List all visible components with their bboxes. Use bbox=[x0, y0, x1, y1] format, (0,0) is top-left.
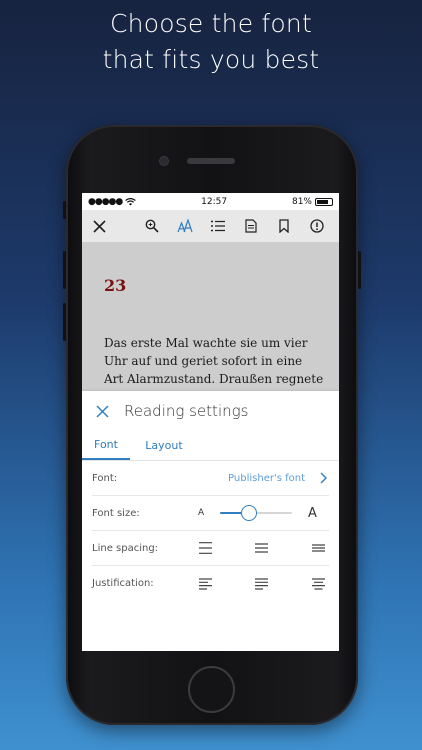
status-time: 12:57 bbox=[201, 196, 228, 207]
earpiece-speaker bbox=[187, 158, 235, 164]
signal-icon: ●●●●● bbox=[88, 196, 123, 207]
slider-knob[interactable] bbox=[240, 505, 257, 521]
search-button[interactable] bbox=[135, 214, 168, 238]
line-spacing-medium-icon bbox=[255, 543, 268, 553]
align-justify-icon bbox=[255, 577, 268, 590]
reader-toolbar bbox=[82, 210, 339, 243]
document-icon bbox=[244, 219, 257, 233]
font-size-large-icon[interactable]: A bbox=[308, 506, 317, 521]
headline-line-2: that fits you best bbox=[102, 45, 320, 74]
chapter-number: 23 bbox=[104, 276, 127, 295]
reader-page: 23 Das erste Mal wachte sie um vier Uhr … bbox=[82, 243, 339, 391]
close-button[interactable] bbox=[88, 215, 110, 237]
settings-title: Reading settings bbox=[124, 402, 249, 420]
reading-settings-panel: Reading settings Font Layout Font: Publi… bbox=[82, 391, 339, 651]
align-left-icon bbox=[198, 577, 212, 590]
phone-screen: ●●●●● 12:57 81% 23 Das erste Mal wachte … bbox=[82, 193, 339, 651]
volume-down-button bbox=[63, 303, 66, 341]
reader-text: Das erste Mal wachte sie um vier Uhr auf… bbox=[104, 334, 324, 388]
tab-layout[interactable]: Layout bbox=[134, 431, 194, 460]
line-spacing-row: Line spacing: bbox=[92, 531, 329, 566]
align-center-icon bbox=[311, 577, 325, 590]
line-spacing-label: Line spacing: bbox=[92, 542, 159, 554]
headline-line-1: Choose the font bbox=[110, 9, 312, 38]
list-icon bbox=[210, 220, 225, 232]
line-spacing-wide-icon bbox=[198, 542, 212, 554]
notes-button[interactable] bbox=[234, 214, 267, 238]
volume-up-button bbox=[63, 251, 66, 289]
settings-rows: Font: Publisher's font Font size: A A Li… bbox=[82, 461, 339, 601]
table-of-contents-button[interactable] bbox=[201, 214, 234, 238]
font-icon bbox=[176, 219, 193, 233]
wifi-icon bbox=[125, 197, 137, 205]
phone-frame: ●●●●● 12:57 81% 23 Das erste Mal wachte … bbox=[63, 125, 361, 725]
bookmark-button[interactable] bbox=[267, 214, 300, 238]
chevron-right-icon bbox=[317, 472, 329, 484]
close-icon bbox=[92, 219, 106, 233]
front-camera bbox=[160, 157, 168, 165]
headline: Choose the font that fits you best bbox=[0, 6, 422, 78]
silent-switch bbox=[63, 201, 66, 219]
font-settings-button[interactable] bbox=[168, 214, 201, 238]
font-size-small-icon[interactable]: A bbox=[198, 508, 220, 518]
line-spacing-narrow-icon bbox=[311, 544, 325, 552]
settings-tabs: Font Layout bbox=[82, 431, 339, 461]
text-line: Art Alarmzustand. Draußen regnete bbox=[104, 372, 324, 386]
justification-row: Justification: bbox=[92, 566, 329, 601]
battery-percent: 81% bbox=[291, 196, 312, 207]
status-bar: ●●●●● 12:57 81% bbox=[82, 193, 339, 210]
font-row[interactable]: Font: Publisher's font bbox=[92, 461, 329, 496]
battery-icon bbox=[315, 197, 333, 206]
text-line: Das erste Mal wachte sie um vier bbox=[104, 336, 308, 350]
align-left-button[interactable] bbox=[198, 577, 212, 591]
font-size-row: Font size: A A bbox=[92, 496, 329, 531]
line-spacing-narrow-button[interactable] bbox=[311, 541, 325, 555]
font-label: Font: bbox=[92, 472, 118, 484]
font-value[interactable]: Publisher's font bbox=[198, 473, 317, 484]
justification-label: Justification: bbox=[92, 578, 154, 589]
bookmark-icon bbox=[278, 219, 289, 233]
align-justify-button[interactable] bbox=[255, 577, 269, 591]
settings-close-button[interactable] bbox=[93, 402, 111, 420]
tab-font[interactable]: Font bbox=[82, 431, 130, 460]
align-center-button[interactable] bbox=[311, 577, 325, 591]
power-button bbox=[358, 251, 361, 289]
text-line: Uhr auf und geriet sofort in eine bbox=[104, 354, 303, 368]
settings-header: Reading settings bbox=[82, 391, 339, 431]
search-icon bbox=[145, 219, 159, 233]
close-icon bbox=[95, 404, 109, 418]
font-size-slider[interactable] bbox=[220, 505, 292, 521]
line-spacing-wide-button[interactable] bbox=[198, 541, 212, 555]
home-button[interactable] bbox=[188, 666, 235, 713]
font-size-label: Font size: bbox=[92, 507, 140, 519]
line-spacing-medium-button[interactable] bbox=[255, 541, 269, 555]
info-button[interactable] bbox=[300, 214, 333, 238]
info-icon bbox=[309, 219, 324, 233]
